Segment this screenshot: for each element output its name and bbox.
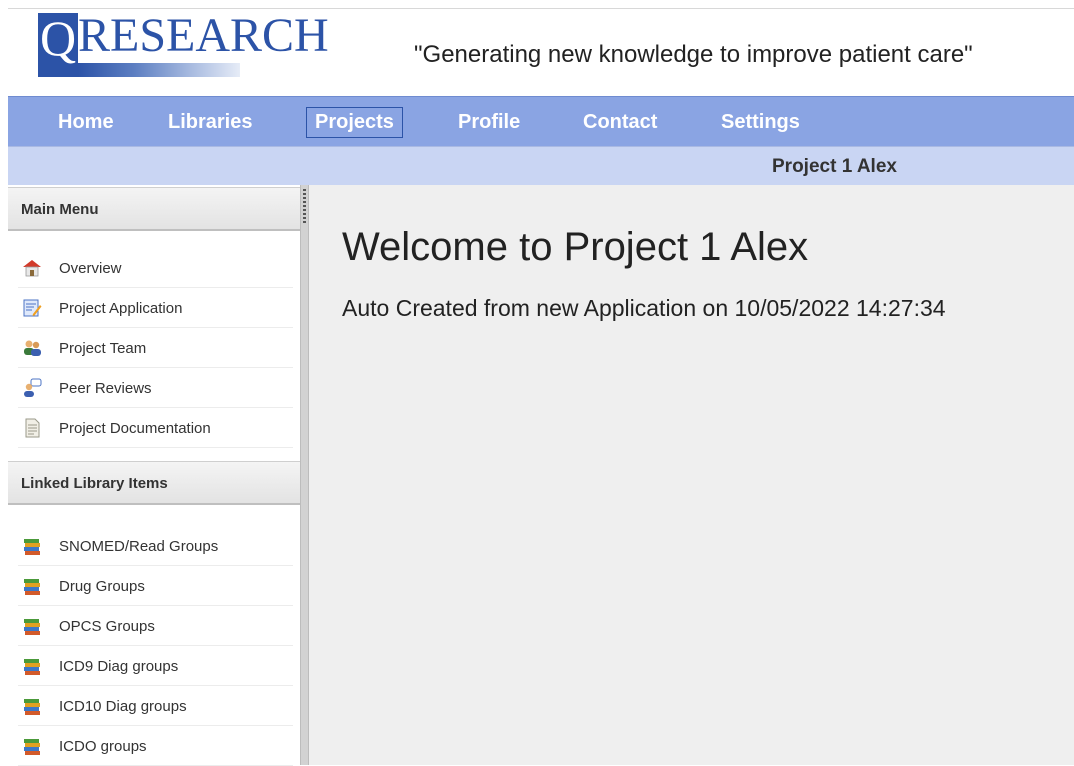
sidebar-item-project-documentation[interactable]: Project Documentation [18,408,293,448]
sidebar-item-label: ICD10 Diag groups [59,698,187,715]
books-icon [24,539,40,555]
document-icon [25,418,40,438]
books-icon [24,739,40,755]
sidebar-item-label: Project Documentation [59,420,211,437]
books-icon [24,579,40,595]
main-menu-title: Main Menu [21,201,99,218]
house-icon [23,260,41,277]
sidebar-item-snomed-read-groups[interactable]: SNOMED/Read Groups [18,526,293,566]
logo-wordmark: RESEARCH [78,9,329,62]
application-form-icon [23,299,42,317]
project-created-info: Auto Created from new Application on 10/… [342,295,946,321]
nav-settings[interactable]: Settings [713,108,808,137]
sidebar-item-label: Overview [59,260,122,277]
sidebar: Main Menu Overview Project Application P… [8,185,300,766]
sidebar-item-drug-groups[interactable]: Drug Groups [18,566,293,606]
nav-projects[interactable]: Projects [306,107,403,138]
sidebar-resize-handle[interactable] [300,185,309,765]
sidebar-item-label: SNOMED/Read Groups [59,538,219,555]
sidebar-item-label: Peer Reviews [59,380,152,397]
sidebar-item-label: Project Team [59,340,147,357]
sidebar-item-label: OPCS Groups [59,618,155,635]
sidebar-item-icd9-diag-groups[interactable]: ICD9 Diag groups [18,646,293,686]
books-icon [24,619,40,635]
sidebar-item-overview[interactable]: Overview [18,248,293,288]
project-title-bar: Project 1 Alex [8,146,1074,186]
qresearch-logo[interactable]: Q RESEARCH [38,9,358,81]
sidebar-item-project-application[interactable]: Project Application [18,288,293,328]
team-icon [24,340,41,356]
main-nav: Home Libraries Projects Profile Contact … [8,96,1074,147]
books-icon [24,659,40,675]
sidebar-item-label: ICD9 Diag groups [59,658,179,675]
sidebar-item-peer-reviews[interactable]: Peer Reviews [18,368,293,408]
linked-library-items-title: Linked Library Items [21,475,168,492]
sidebar-item-project-team[interactable]: Project Team [18,328,293,368]
main-menu-header: Main Menu [8,187,300,231]
nav-contact[interactable]: Contact [575,108,665,137]
current-project-title: Project 1 Alex [772,156,897,177]
sidebar-item-icd10-diag-groups[interactable]: ICD10 Diag groups [18,686,293,726]
tagline: "Generating new knowledge to improve pat… [414,41,973,68]
grip-icon [303,189,306,223]
main-content: Welcome to Project 1 Alex Auto Created f… [309,185,1074,765]
nav-home[interactable]: Home [50,108,122,137]
nav-profile[interactable]: Profile [450,108,528,137]
logo-q-block: Q [38,10,78,66]
sidebar-item-label: Drug Groups [59,578,145,595]
nav-libraries[interactable]: Libraries [160,108,260,137]
sidebar-item-icdo-groups[interactable]: ICDO groups [18,726,293,766]
site-header: Q RESEARCH "Generating new knowledge to … [8,8,1074,97]
sidebar-item-label: ICDO groups [59,738,147,755]
page-title: Welcome to Project 1 Alex [342,225,809,269]
sidebar-item-label: Project Application [59,300,183,317]
sidebar-item-opcs-groups[interactable]: OPCS Groups [18,606,293,646]
reviewer-icon [24,378,42,397]
logo-gradient-bar [78,63,240,77]
linked-library-items-header: Linked Library Items [8,461,300,505]
books-icon [24,699,40,715]
